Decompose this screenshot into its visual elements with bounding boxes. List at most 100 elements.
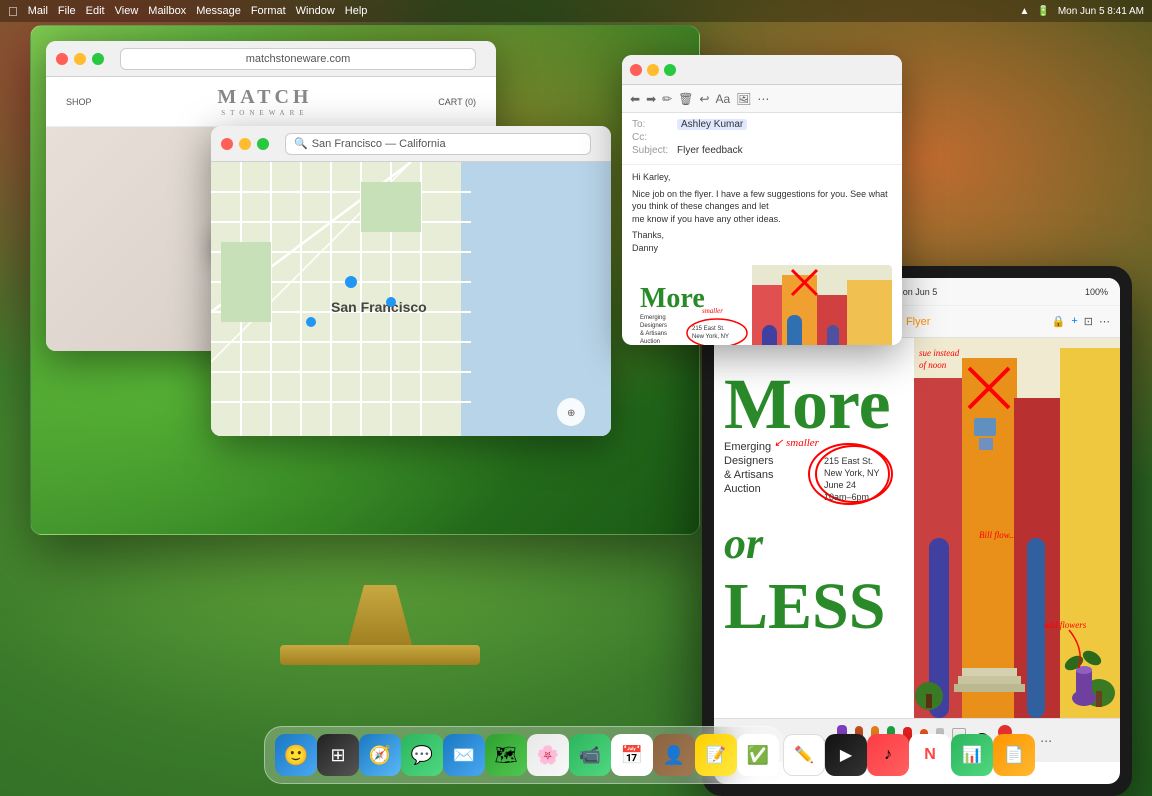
ipad-share-icon[interactable]: ⊡ bbox=[1084, 315, 1093, 328]
map-view[interactable]: San Francisco ⊕ bbox=[211, 162, 611, 436]
mail-toolbar-delete[interactable]: 🗑 bbox=[678, 92, 693, 106]
dock-messages[interactable]: 💬 bbox=[401, 734, 443, 776]
numbers-icon: 📊 bbox=[962, 745, 982, 765]
drawing-settings-icon[interactable]: ⋯ bbox=[1040, 734, 1052, 748]
mail-header: To: Ashley Kumar Cc: Subject: Flyer feed… bbox=[622, 113, 902, 165]
ipad-screen[interactable]: Done Mon Jun 5 100% ← ⊞ ≡ 🔖 Flyer 🔒 + ⊡ … bbox=[714, 278, 1120, 784]
ipad-title-text: Flyer bbox=[906, 316, 930, 328]
menu-help[interactable]: Help bbox=[345, 5, 368, 17]
mail-subject-value: Flyer feedback bbox=[677, 145, 743, 156]
maps-content[interactable]: San Francisco ⊕ bbox=[211, 162, 611, 436]
mail-window[interactable]: ⬅ ➡ ✏ 🗑 ↩ Aa 🖼 ⋯ To: Ashley Kumar Cc: Su… bbox=[622, 55, 902, 345]
maps-titlebar: 🔍 San Francisco — California bbox=[211, 126, 611, 162]
svg-text:San Francisco: San Francisco bbox=[331, 299, 427, 315]
svg-text:↙ smaller: ↙ smaller bbox=[774, 437, 820, 449]
ipad-add-icon[interactable]: + bbox=[1071, 315, 1077, 328]
battery-icon: 🔋 bbox=[1037, 6, 1049, 17]
safari-close-button[interactable] bbox=[56, 53, 68, 65]
svg-text:June 24: June 24 bbox=[824, 480, 856, 490]
menu-window[interactable]: Window bbox=[296, 5, 335, 17]
menu-mail[interactable]: Mail bbox=[28, 5, 48, 17]
menu-bar:  Mail File Edit View Mailbox Message Fo… bbox=[0, 0, 1152, 22]
mail-to-value: Ashley Kumar bbox=[677, 119, 747, 130]
svg-text:of noon: of noon bbox=[919, 360, 947, 370]
safari-maximize-button[interactable] bbox=[92, 53, 104, 65]
dock-pages[interactable]: 📄 bbox=[993, 734, 1035, 776]
menu-view[interactable]: View bbox=[115, 5, 139, 17]
mail-toolbar-emoji[interactable]: ⋯ bbox=[757, 92, 769, 106]
dock-notes[interactable]: 📝 bbox=[695, 734, 737, 776]
map-svg: San Francisco ⊕ bbox=[211, 162, 611, 436]
menu-format[interactable]: Format bbox=[251, 5, 286, 17]
dock-reminders[interactable]: ✅ bbox=[737, 734, 779, 776]
mail-body: Hi Karley, Nice job on the flyer. I have… bbox=[622, 165, 902, 261]
safari-url-bar[interactable]: matchstoneware.com bbox=[120, 48, 476, 70]
mail-toolbar-archive[interactable]: ⬅ bbox=[630, 92, 640, 106]
wifi-icon: ▲ bbox=[1019, 6, 1029, 17]
messages-icon: 💬 bbox=[411, 745, 433, 766]
mail-maximize-button[interactable] bbox=[664, 64, 676, 76]
svg-text:Bill flow...: Bill flow... bbox=[979, 530, 1016, 540]
dock-contacts[interactable]: 👤 bbox=[653, 734, 695, 776]
safari-url-text: matchstoneware.com bbox=[246, 53, 351, 65]
apple-menu-icon[interactable]:  bbox=[8, 4, 18, 19]
mail-minimize-button[interactable] bbox=[647, 64, 659, 76]
maps-minimize-button[interactable] bbox=[239, 138, 251, 150]
dock-photos[interactable]: 🌸 bbox=[527, 734, 569, 776]
mail-body-greeting: Hi Karley, bbox=[632, 171, 892, 184]
dock-maps[interactable]: 🗺 bbox=[485, 734, 527, 776]
dock-freeform[interactable]: ✏️ bbox=[783, 734, 825, 776]
dock-finder[interactable]: 🙂 bbox=[275, 734, 317, 776]
dock-calendar[interactable]: 📅 bbox=[611, 734, 653, 776]
mail-toolbar: ⬅ ➡ ✏ 🗑 ↩ Aa 🖼 ⋯ bbox=[622, 85, 902, 113]
mail-toolbar-photo[interactable]: 🖼 bbox=[736, 92, 751, 106]
dock-launchpad[interactable]: ⊞ bbox=[317, 734, 359, 776]
maps-search-bar[interactable]: 🔍 San Francisco — California bbox=[285, 133, 591, 155]
dock-safari[interactable]: 🧭 bbox=[359, 734, 401, 776]
safari-brand-name: MATCH bbox=[217, 86, 312, 109]
svg-text:New York, NY: New York, NY bbox=[824, 468, 880, 478]
ipad-doc-title: Flyer bbox=[906, 316, 930, 328]
maps-close-button[interactable] bbox=[221, 138, 233, 150]
svg-text:add flowers: add flowers bbox=[1044, 620, 1087, 630]
ipad-more-icon[interactable]: ⋯ bbox=[1099, 315, 1110, 328]
ipad-lock-icon[interactable]: 🔒 bbox=[1052, 315, 1066, 328]
safari-shop-header: SHOP MATCH STONEWARE CART (0) bbox=[46, 77, 496, 127]
dock-appletv[interactable]: ▶ bbox=[825, 734, 867, 776]
music-icon: ♪ bbox=[884, 746, 892, 764]
maps-window[interactable]: 🔍 San Francisco — California bbox=[211, 126, 611, 436]
safari-shop-nav[interactable]: SHOP bbox=[66, 97, 92, 107]
mail-toolbar-more[interactable]: Aa bbox=[715, 92, 730, 106]
monitor-base bbox=[280, 645, 480, 665]
maps-maximize-button[interactable] bbox=[257, 138, 269, 150]
mail-toolbar-compose[interactable]: ✏ bbox=[662, 92, 672, 106]
safari-cart[interactable]: CART (0) bbox=[438, 97, 476, 107]
mail-to-row: To: Ashley Kumar bbox=[632, 119, 892, 130]
ipad-device: Done Mon Jun 5 100% ← ⊞ ≡ 🔖 Flyer 🔒 + ⊡ … bbox=[702, 266, 1132, 796]
ipad-flyer-svg: More Emerging Designers & Artisans Aucti… bbox=[714, 338, 1120, 718]
menu-message[interactable]: Message bbox=[196, 5, 241, 17]
maps-icon: 🗺 bbox=[495, 745, 518, 766]
mail-toolbar-forward[interactable]: ➡ bbox=[646, 92, 656, 106]
svg-text:& Artisans: & Artisans bbox=[724, 469, 774, 481]
ipad-toolbar-right-group: 🔒 + ⊡ ⋯ bbox=[1052, 315, 1110, 328]
dock-news[interactable]: N bbox=[909, 734, 951, 776]
calendar-icon: 📅 bbox=[621, 745, 643, 766]
dock-music[interactable]: ♪ bbox=[867, 734, 909, 776]
menu-edit[interactable]: Edit bbox=[86, 5, 105, 17]
photos-icon: 🌸 bbox=[537, 745, 559, 766]
mail-toolbar-reply[interactable]: ↩ bbox=[699, 92, 709, 106]
svg-text:⊕: ⊕ bbox=[567, 408, 575, 419]
maps-search-text: San Francisco — California bbox=[312, 138, 446, 150]
dock-numbers[interactable]: 📊 bbox=[951, 734, 993, 776]
menu-mailbox[interactable]: Mailbox bbox=[148, 5, 186, 17]
mail-flyer-svg: More Emerging Designers & Artisans Aucti… bbox=[632, 265, 892, 345]
safari-minimize-button[interactable] bbox=[74, 53, 86, 65]
appletv-icon: ▶ bbox=[840, 745, 852, 765]
facetime-icon: 📹 bbox=[579, 745, 601, 766]
dock-mail[interactable]: ✉️ bbox=[443, 734, 485, 776]
svg-text:Emerging: Emerging bbox=[640, 315, 666, 321]
dock-facetime[interactable]: 📹 bbox=[569, 734, 611, 776]
mail-close-button[interactable] bbox=[630, 64, 642, 76]
menu-file[interactable]: File bbox=[58, 5, 76, 17]
